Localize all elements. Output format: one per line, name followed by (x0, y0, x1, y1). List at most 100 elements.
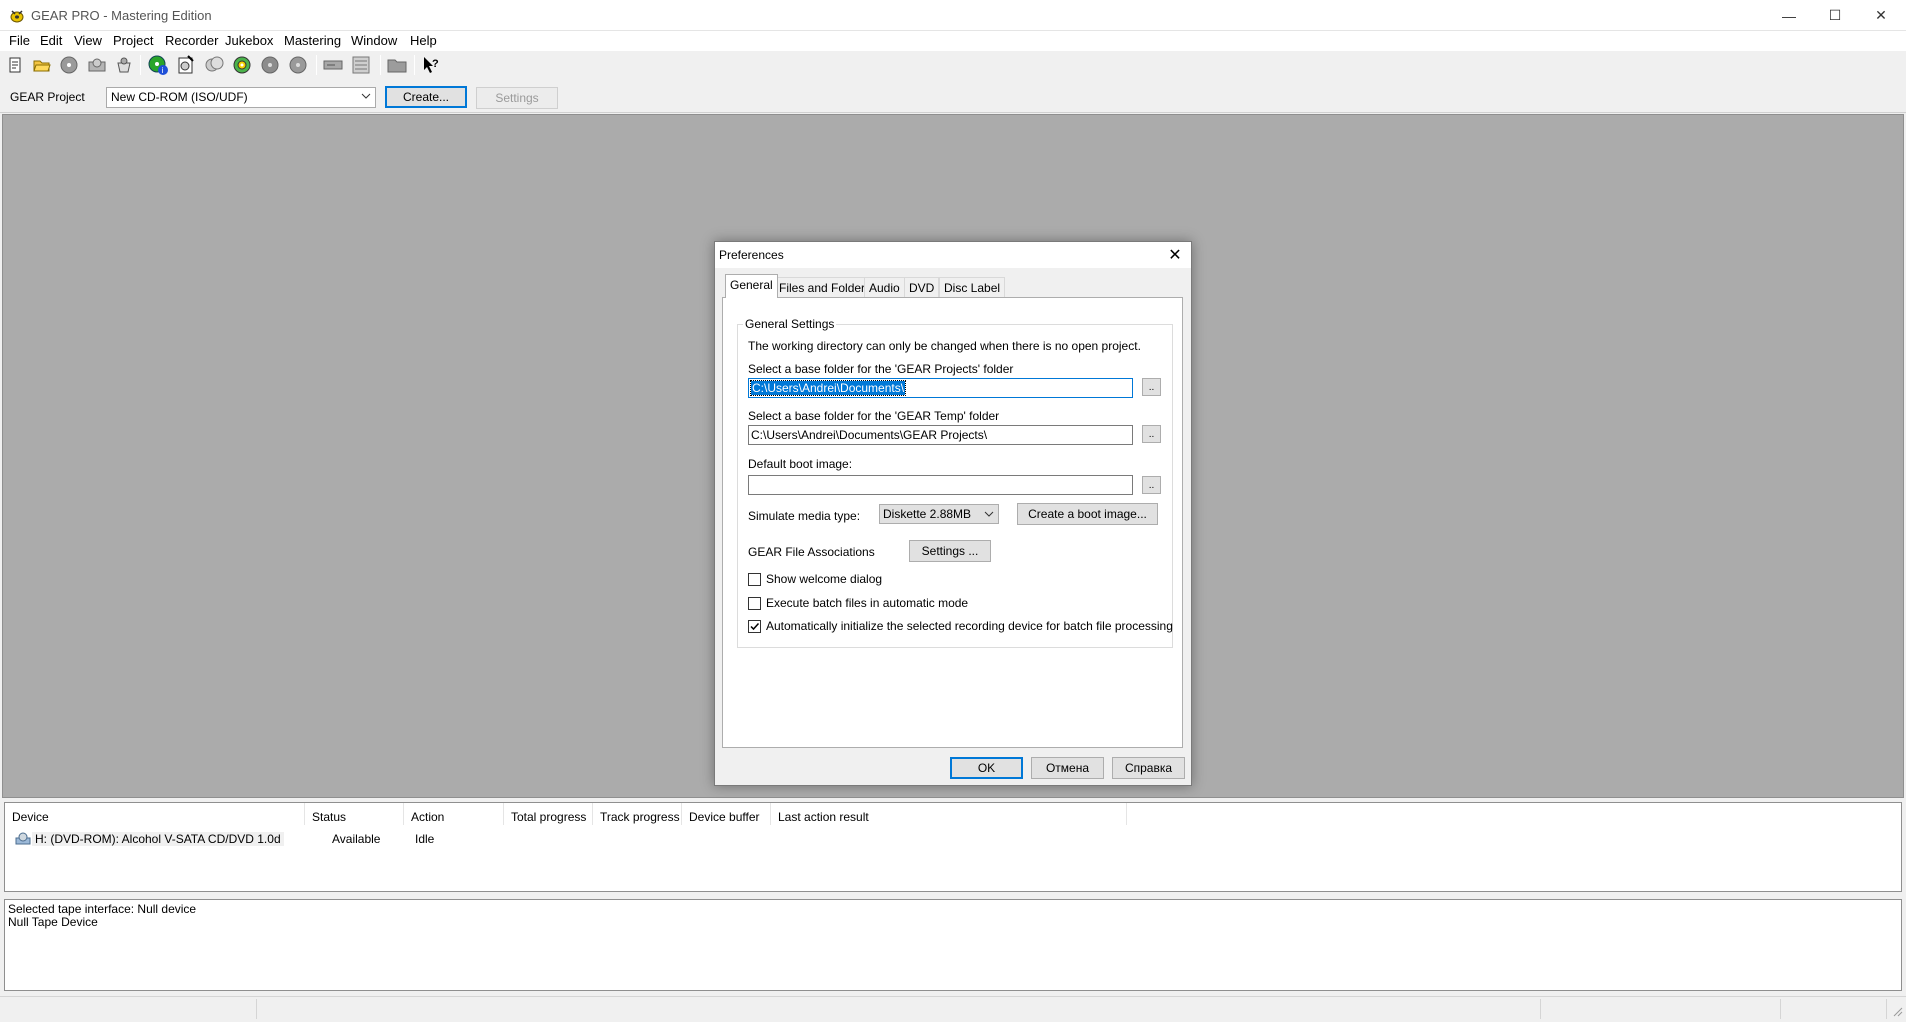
general-settings-group: General Settings The working directory c… (737, 317, 1173, 648)
column-last-action[interactable]: Last action result (771, 803, 1127, 825)
cancel-button[interactable]: Отмена (1031, 757, 1104, 779)
tab-audio[interactable]: Audio (864, 277, 905, 297)
open-disc-icon[interactable] (86, 54, 108, 76)
projects-folder-label: Select a base folder for the 'GEAR Proje… (748, 362, 1014, 376)
disc-gray2-icon[interactable] (287, 54, 309, 76)
ok-button[interactable]: OK (950, 757, 1023, 779)
temp-folder-value: C:\Users\Andrei\Documents\GEAR Projects\ (751, 428, 988, 442)
svg-text:i: i (162, 66, 164, 75)
device-action: Idle (415, 832, 435, 846)
dialog-title: Preferences (719, 248, 784, 262)
auto-init-checkbox[interactable] (748, 620, 761, 633)
log-panel: Selected tape interface: Null device Nul… (4, 899, 1902, 991)
menu-bar: File Edit View Project Recorder Jukebox … (0, 31, 1906, 51)
menu-recorder[interactable]: Recorder (165, 33, 218, 48)
device-name: H: (DVD-ROM): Alcohol V-SATA CD/DVD 1.0d (32, 832, 284, 846)
toolbar: i ? (0, 51, 1906, 80)
basket-icon[interactable] (113, 54, 135, 76)
device-list: Device Status Action Total progress Trac… (4, 802, 1902, 892)
project-type-value: New CD-ROM (ISO/UDF) (111, 90, 248, 104)
disc-gray-icon[interactable] (259, 54, 281, 76)
menu-help[interactable]: Help (410, 33, 437, 48)
welcome-dialog-label: Show welcome dialog (766, 572, 883, 586)
temp-folder-input[interactable]: C:\Users\Andrei\Documents\GEAR Projects\ (748, 425, 1133, 445)
menu-jukebox[interactable]: Jukebox (225, 33, 273, 48)
media-type-select[interactable]: Diskette 2.88MB (879, 504, 999, 524)
media-type-value: Diskette 2.88MB (883, 507, 972, 521)
table-row[interactable]: H: (DVD-ROM): Alcohol V-SATA CD/DVD 1.0d… (10, 831, 1810, 849)
drive-icon[interactable] (322, 54, 344, 76)
tab-general[interactable]: General (725, 274, 778, 298)
tab-panel-general: General Settings The working directory c… (722, 297, 1183, 748)
title-bar: GEAR PRO - Mastering Edition — ☐ ✕ (0, 0, 1906, 31)
list-icon[interactable] (350, 54, 372, 76)
close-window-button[interactable]: ✕ (1858, 0, 1904, 31)
menu-file[interactable]: File (9, 33, 30, 48)
column-device-buffer[interactable]: Device buffer (682, 803, 771, 825)
checkmark-icon (750, 622, 760, 631)
media-type-label: Simulate media type: (748, 509, 861, 523)
chevron-down-icon (361, 90, 371, 104)
auto-init-label: Automatically initialize the selected re… (766, 619, 1173, 633)
boot-image-label: Default boot image: (748, 457, 853, 471)
boot-image-input[interactable] (748, 475, 1133, 495)
resize-grip-icon[interactable] (1893, 1006, 1903, 1020)
device-status: Available (332, 832, 381, 846)
close-dialog-button[interactable]: ✕ (1165, 245, 1185, 265)
column-total-progress[interactable]: Total progress (504, 803, 593, 825)
project-label: GEAR Project (10, 90, 85, 104)
welcome-dialog-checkbox[interactable] (748, 573, 761, 586)
svg-text:?: ? (432, 58, 439, 70)
status-bar (0, 996, 1906, 1022)
disc-icon[interactable] (58, 54, 80, 76)
project-bar: GEAR Project New CD-ROM (ISO/UDF) Create… (0, 81, 1906, 113)
disc-globe-icon[interactable] (231, 54, 253, 76)
batch-auto-label: Execute batch files in automatic mode (766, 596, 969, 610)
projects-folder-input[interactable]: C:\Users\Andrei\Documents\ (748, 378, 1133, 398)
browse-projects-button[interactable]: .. (1142, 378, 1161, 396)
temp-folder-label: Select a base folder for the 'GEAR Temp'… (748, 409, 1000, 423)
tab-dvd[interactable]: DVD (904, 277, 940, 297)
group-title: General Settings (743, 317, 837, 331)
open-folder-icon[interactable] (31, 54, 53, 76)
new-project-icon[interactable] (4, 54, 26, 76)
app-logo-icon (9, 8, 25, 23)
drive-icon (15, 832, 31, 849)
browse-temp-button[interactable]: .. (1142, 425, 1161, 443)
menu-mastering[interactable]: Mastering (284, 33, 341, 48)
help-cursor-icon[interactable]: ? (420, 54, 442, 76)
maximize-button[interactable]: ☐ (1812, 0, 1858, 31)
menu-window[interactable]: Window (351, 33, 397, 48)
log-line: Null Tape Device (8, 915, 98, 929)
file-assoc-label: GEAR File Associations (748, 545, 875, 559)
log-line: Selected tape interface: Null device (8, 902, 197, 916)
chevron-down-icon (984, 508, 994, 522)
project-type-select[interactable]: New CD-ROM (ISO/UDF) (106, 87, 376, 108)
batch-auto-checkbox[interactable] (748, 597, 761, 610)
column-action[interactable]: Action (404, 803, 504, 825)
burn-icon[interactable] (175, 54, 197, 76)
create-boot-image-button[interactable]: Create a boot image... (1017, 503, 1158, 525)
column-status[interactable]: Status (305, 803, 404, 825)
minimize-button[interactable]: — (1766, 0, 1812, 31)
menu-project[interactable]: Project (113, 33, 153, 48)
folder-icon[interactable] (386, 54, 408, 76)
create-button[interactable]: Create... (385, 86, 467, 108)
tab-files-and-folders[interactable]: Files and Folders (774, 277, 877, 297)
disc-copy-icon[interactable] (203, 54, 225, 76)
preferences-dialog: Preferences ✕ General Files and Folders … (714, 241, 1192, 786)
column-device[interactable]: Device (5, 803, 305, 825)
dialog-title-bar[interactable]: Preferences ✕ (715, 242, 1191, 268)
window-title: GEAR PRO - Mastering Edition (31, 8, 212, 23)
settings-button[interactable]: Settings (476, 87, 558, 109)
menu-edit[interactable]: Edit (40, 33, 62, 48)
projects-folder-value: C:\Users\Andrei\Documents\ (749, 380, 907, 396)
disc-info-icon[interactable]: i (147, 54, 169, 76)
working-dir-note: The working directory can only be change… (748, 339, 1141, 353)
tab-disc-label[interactable]: Disc Label (939, 277, 1006, 297)
browse-boot-button[interactable]: .. (1142, 476, 1161, 494)
column-track-progress[interactable]: Track progress (593, 803, 682, 825)
menu-view[interactable]: View (74, 33, 102, 48)
file-assoc-settings-button[interactable]: Settings ... (909, 540, 991, 562)
help-button[interactable]: Справка (1112, 757, 1185, 779)
